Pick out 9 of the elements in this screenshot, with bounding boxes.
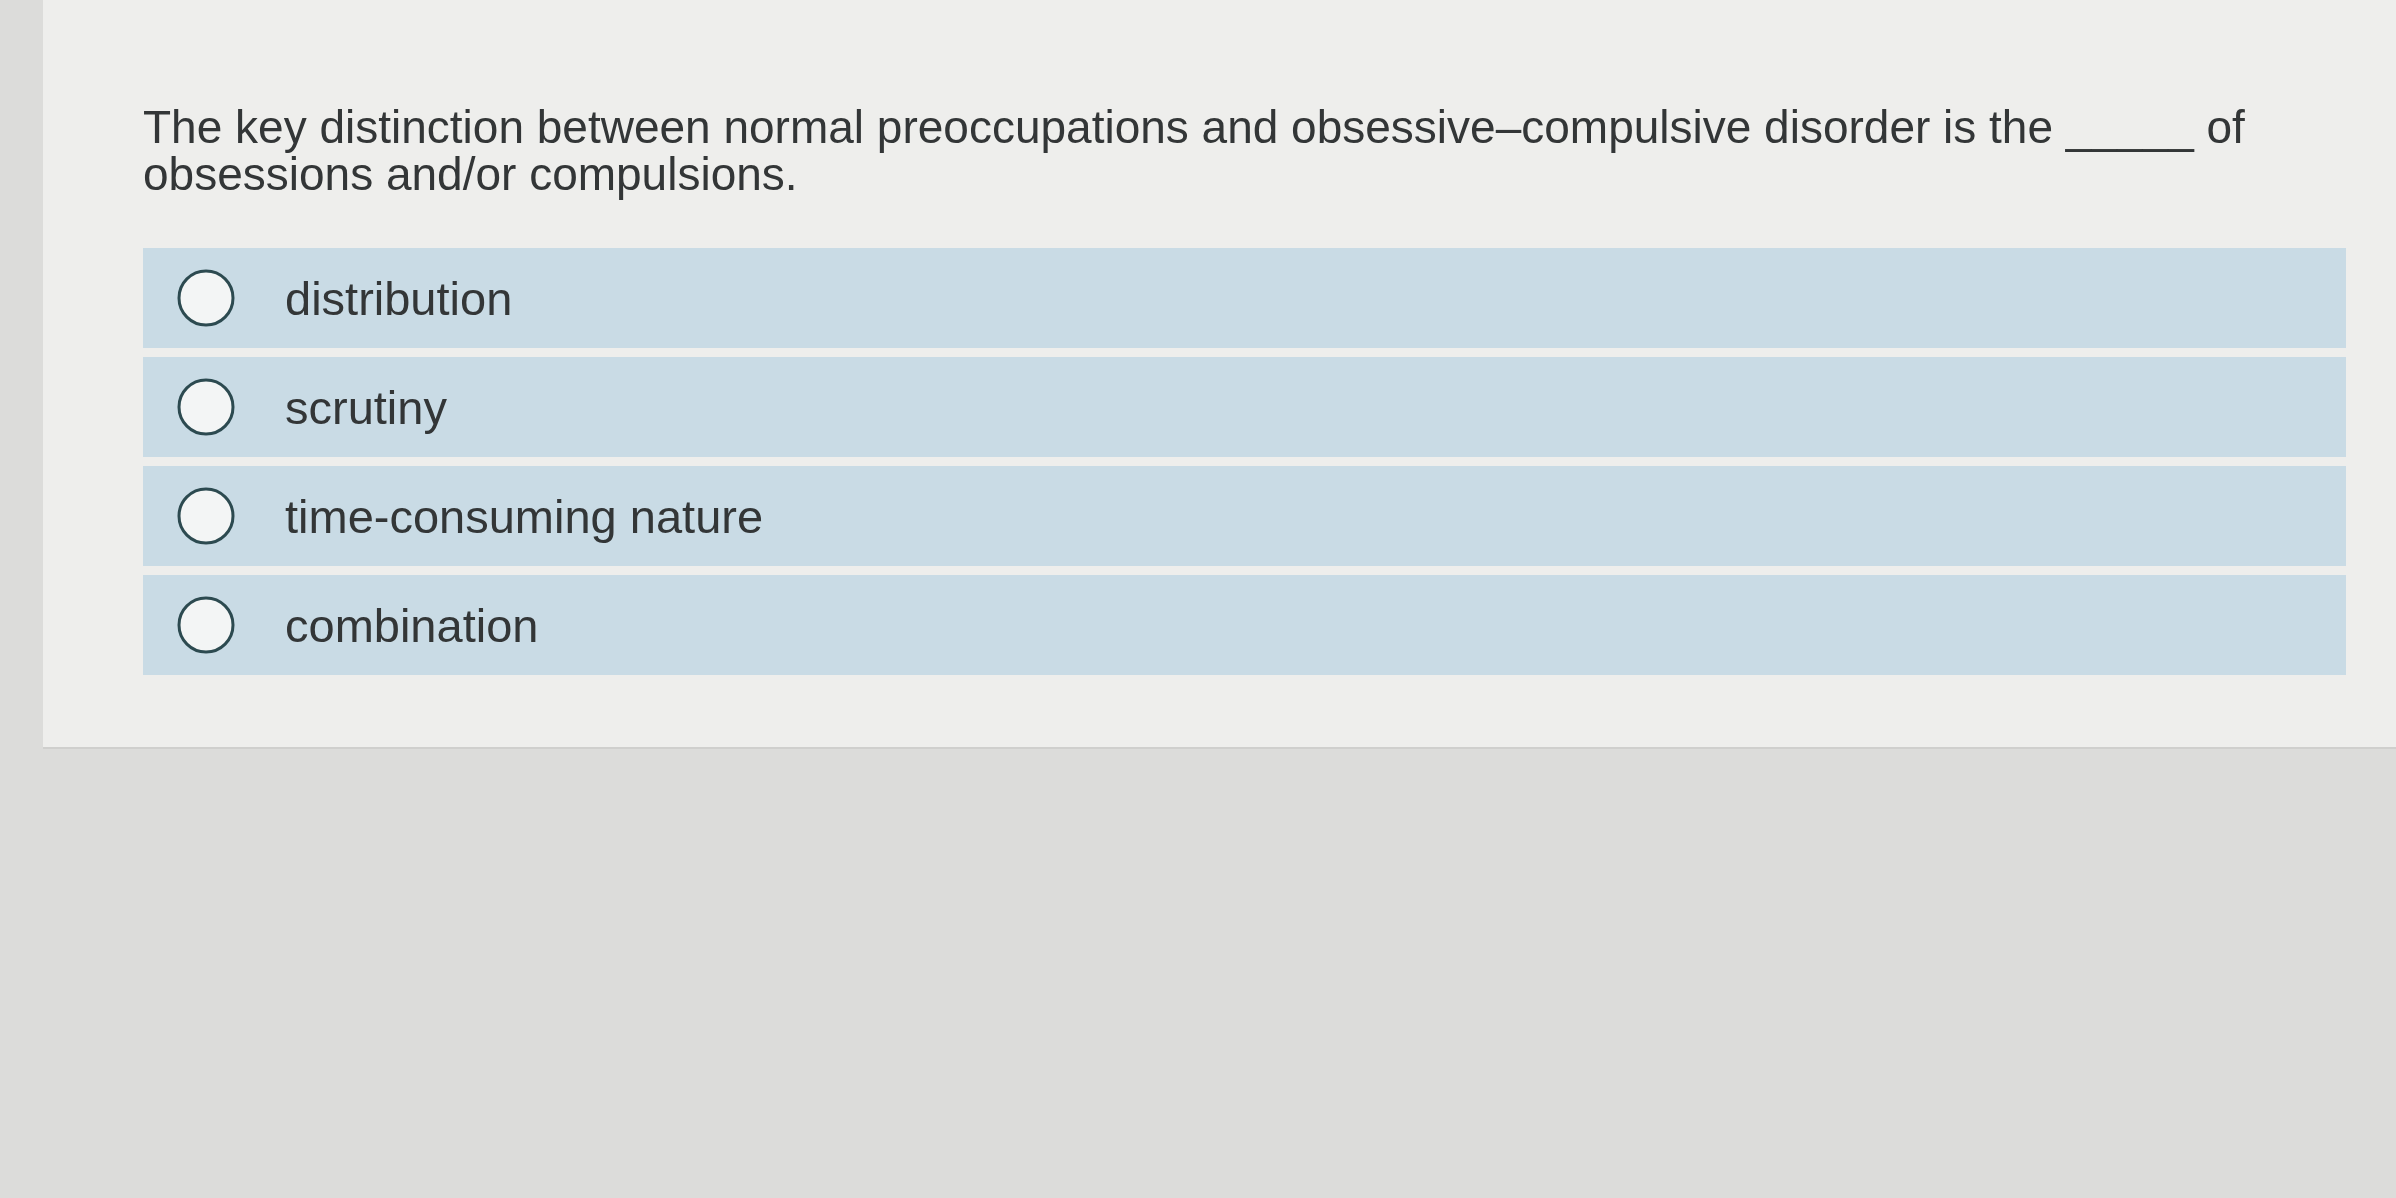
- radio-button[interactable]: [177, 596, 235, 654]
- radio-button[interactable]: [177, 487, 235, 545]
- radio-button[interactable]: [177, 378, 235, 436]
- answer-option[interactable]: time-consuming nature: [143, 466, 2346, 566]
- radio-button[interactable]: [177, 269, 235, 327]
- answer-option[interactable]: scrutiny: [143, 357, 2346, 457]
- answer-option[interactable]: distribution: [143, 248, 2346, 348]
- answer-option[interactable]: combination: [143, 575, 2346, 675]
- question-text: The key distinction between normal preoccupations and obsessive–compulsive disorder is the _____ of obsessions and/or compulsions.: [143, 104, 2246, 198]
